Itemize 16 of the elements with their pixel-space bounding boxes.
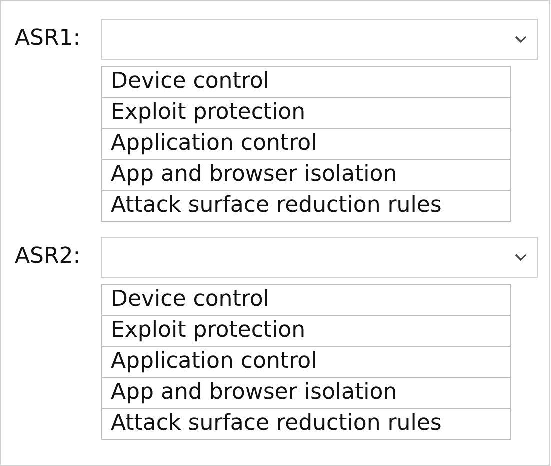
dropdown-option[interactable]: App and browser isolation [102,159,510,190]
dropdown-option[interactable]: Device control [102,67,510,97]
field-label: ASR1: [14,25,82,53]
dropdown-field[interactable] [101,19,538,60]
dropdown-option[interactable]: Exploit protection [102,97,510,128]
dropdown-option[interactable]: App and browser isolation [102,377,510,408]
chevron-icon [515,254,527,262]
dropdown-option[interactable]: Attack surface reduction rules [102,190,510,221]
dropdown-option[interactable]: Device control [102,285,510,315]
dropdown-option[interactable]: Attack surface reduction rules [102,408,510,439]
dropdown-option[interactable]: Application control [102,128,510,159]
dropdown-option[interactable]: Exploit protection [102,315,510,346]
chevron-icon [515,36,527,44]
dropdown-option[interactable]: Application control [102,346,510,377]
field-label: ASR2: [14,243,82,271]
dropdown-field[interactable] [101,237,538,278]
